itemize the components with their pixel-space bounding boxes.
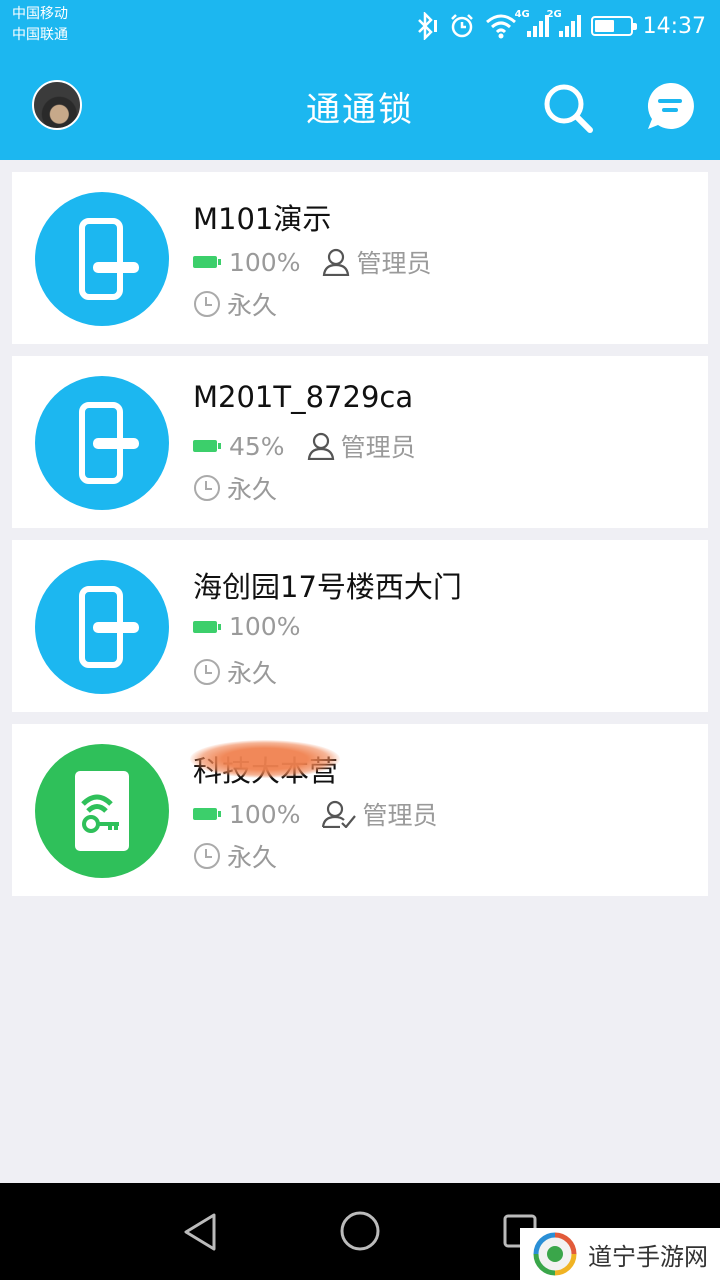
door-lock-icon <box>35 192 169 326</box>
lock-name: M101演示 <box>193 202 332 236</box>
list-item[interactable]: M201T_8729ca 45% 管理员 永久 <box>12 356 708 528</box>
list-item[interactable]: 海创园17号楼西大门 100% 永久 <box>12 540 708 712</box>
battery-level-icon <box>193 256 221 268</box>
wifi-icon <box>485 14 516 39</box>
redaction-smudge <box>190 740 340 778</box>
clock-icon <box>194 475 220 501</box>
signal-icon: 4G <box>515 9 549 37</box>
carrier-info: 中国移动 中国联通 <box>12 4 68 46</box>
user-icon <box>307 432 334 460</box>
battery-level: 100% <box>229 247 301 277</box>
page-title: 通通锁 <box>306 90 414 130</box>
clock: 14:37 <box>642 13 706 39</box>
validity: 永久 <box>193 838 277 874</box>
status-bar: 中国移动 中国联通 4G 2G 14:37 <box>0 0 720 52</box>
app-bar: 通通锁 <box>0 52 720 160</box>
clock-icon <box>194 659 220 685</box>
lock-name: M201T_8729ca <box>193 380 414 414</box>
lock-list: M101演示 100% 管理员 永久 M201T_8729ca 45% 管理员 … <box>12 172 708 908</box>
door-lock-icon <box>35 376 169 510</box>
carrier-1: 中国移动 <box>12 6 68 22</box>
battery-fill <box>594 20 614 32</box>
validity: 永久 <box>193 654 277 690</box>
door-lock-icon <box>35 560 169 694</box>
lock-meta: 45% 管理员 <box>193 428 416 464</box>
signal-icon-2: 2G <box>547 9 581 37</box>
validity-text: 永久 <box>227 291 278 320</box>
clock-icon <box>194 843 220 869</box>
user-role: 管理员 <box>340 433 416 462</box>
lock-meta: 100% <box>193 612 300 641</box>
battery-icon <box>590 16 637 36</box>
lock-meta: 100% 管理员 <box>193 244 432 280</box>
lock-name: 海创园17号楼西大门 <box>193 570 462 604</box>
battery-level-icon <box>193 440 221 452</box>
validity-text: 永久 <box>227 659 278 688</box>
network-type-2: 2G <box>546 9 562 20</box>
list-item[interactable]: M101演示 100% 管理员 永久 <box>12 172 708 344</box>
battery-level: 100% <box>229 612 301 641</box>
user-role: 管理员 <box>356 249 432 278</box>
validity-text: 永久 <box>227 843 278 872</box>
status-icons: 4G 2G 14:37 <box>413 8 706 44</box>
carrier-2: 中国联通 <box>12 27 68 43</box>
alarm-icon <box>450 14 473 38</box>
network-type-1: 4G <box>514 9 530 20</box>
lock-meta: 100% 管理员 <box>193 796 438 832</box>
watermark: 道宁手游网 <box>520 1228 720 1280</box>
watermark-text: 道宁手游网 <box>588 1242 708 1271</box>
wireless-key-icon <box>35 744 169 878</box>
user-role: 管理员 <box>362 801 438 830</box>
battery-level-icon <box>193 808 221 820</box>
battery-level-icon <box>193 620 221 633</box>
validity: 永久 <box>193 286 277 322</box>
battery-level: 45% <box>229 431 285 461</box>
watermark-logo-icon <box>533 1232 577 1276</box>
list-item[interactable]: 科技大本营 100% 管理员 永久 <box>12 724 708 896</box>
validity: 永久 <box>193 470 277 506</box>
home-icon[interactable] <box>338 1209 382 1253</box>
back-icon[interactable] <box>180 1211 220 1253</box>
search-icon[interactable] <box>540 80 596 136</box>
clock-icon <box>194 291 220 317</box>
validity-text: 永久 <box>227 475 278 504</box>
battery-level: 100% <box>229 799 301 829</box>
bluetooth-icon <box>417 12 437 40</box>
message-icon[interactable] <box>644 80 696 132</box>
user-icon <box>323 248 350 276</box>
user-check-icon <box>322 800 357 828</box>
